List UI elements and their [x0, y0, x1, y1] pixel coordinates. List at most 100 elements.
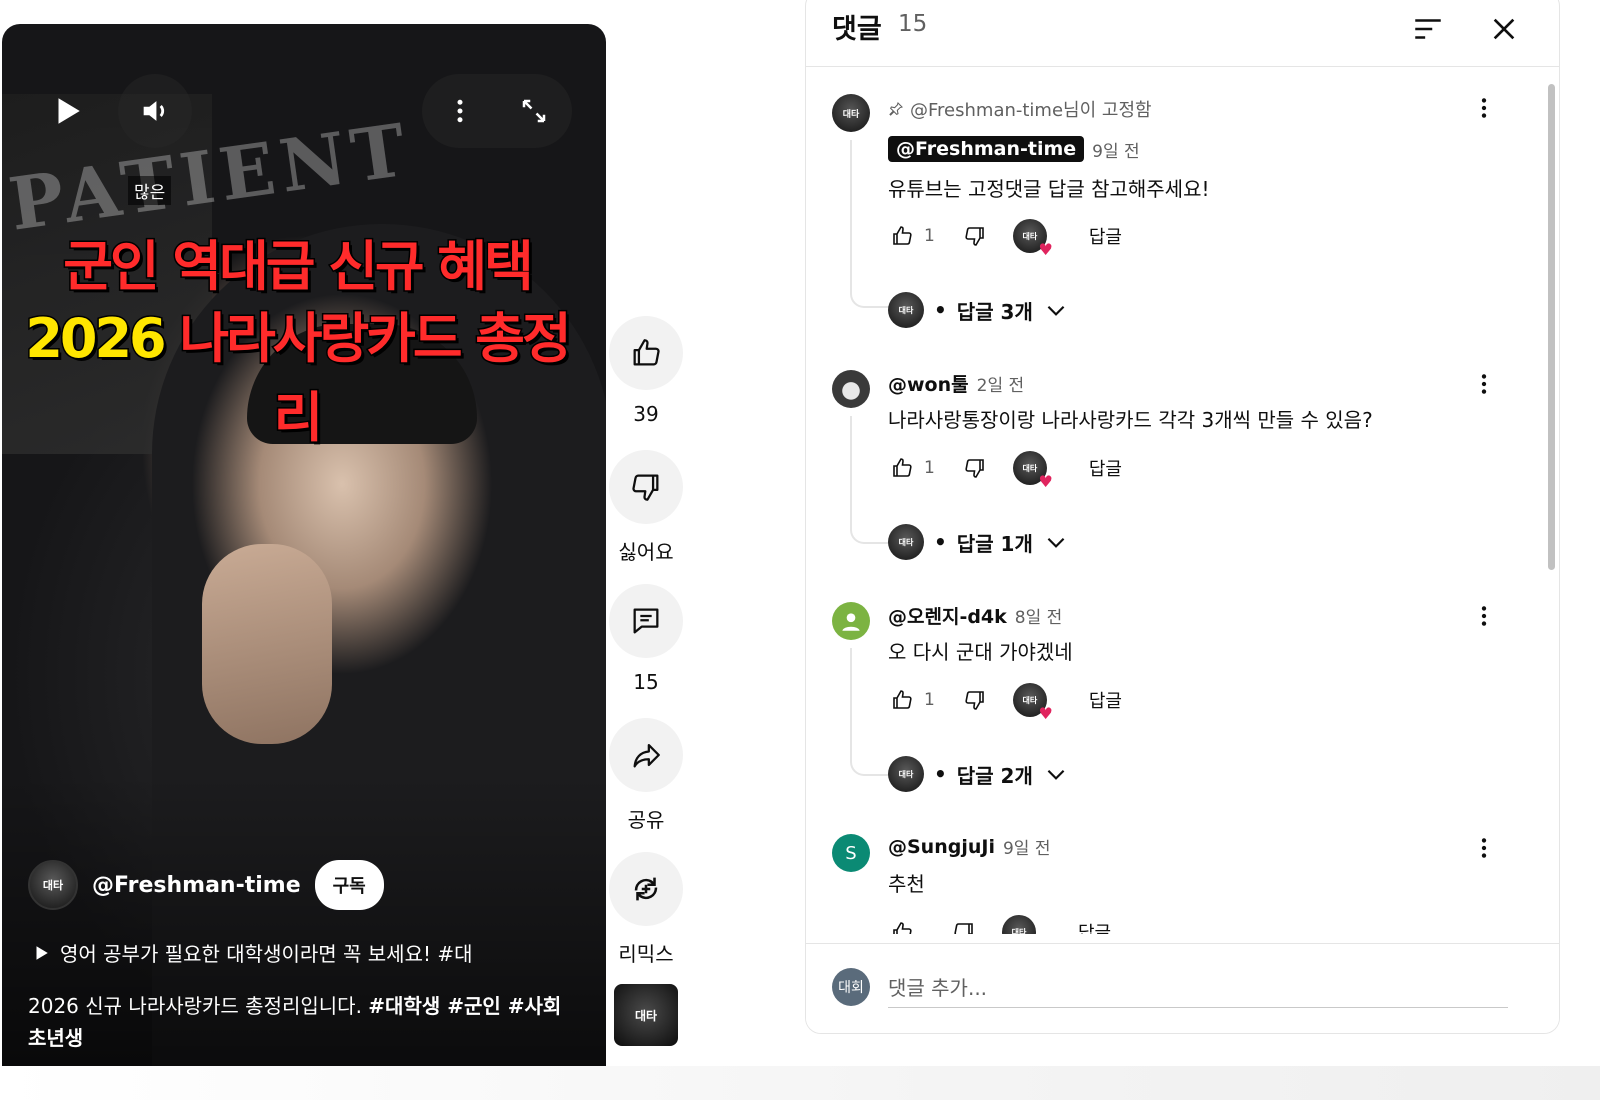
comment-time[interactable]: 2일 전	[977, 371, 1025, 396]
comments-title: 댓글	[832, 14, 882, 45]
comment-more-button[interactable]	[1468, 828, 1500, 868]
comment-avatar[interactable]	[832, 602, 870, 640]
comments-panel: 댓글 15 대타 @Freshman-time님이 고정함 @Freshman-…	[805, 0, 1560, 1034]
comment-meta: @won툴 2일 전	[888, 370, 1024, 397]
scrollbar-thumb[interactable]	[1548, 84, 1555, 570]
comment-avatar[interactable]	[832, 370, 870, 408]
chevron-down-icon	[1047, 769, 1065, 780]
replies-toggle[interactable]: 대타 • 답글 2개	[888, 756, 1069, 792]
expand-icon	[522, 99, 546, 123]
channel-avatar[interactable]: 대타	[28, 860, 78, 910]
volume-icon	[143, 101, 165, 121]
video-description[interactable]: 2026 신규 나라사랑카드 총정리입니다. #대학생 #군인 #사회초년생	[28, 990, 568, 1054]
thread-line	[850, 648, 890, 776]
heart-icon: ♥	[1038, 704, 1053, 723]
comment-avatar[interactable]: 대타	[832, 94, 870, 132]
replies-toggle[interactable]: 대타 • 답글 3개	[888, 292, 1069, 328]
comments-list[interactable]: 대타 @Freshman-time님이 고정함 @Freshman-time 9…	[806, 78, 1546, 934]
comment-more-button[interactable]	[1468, 596, 1500, 636]
more-vert-icon	[1481, 606, 1487, 626]
like-button[interactable]	[609, 316, 683, 390]
comment-actions: 1 대타 ♥ 답글	[888, 216, 1122, 259]
more-vert-icon	[457, 99, 463, 123]
reply-avatar: 대타	[888, 524, 924, 560]
comment-text: 오 다시 군대 가야겠네	[888, 640, 1073, 664]
sort-icon	[1415, 19, 1441, 39]
more-vert-icon	[1481, 838, 1487, 858]
comment-time[interactable]: 8일 전	[1015, 603, 1063, 628]
subscribe-button[interactable]: 구독	[314, 860, 384, 910]
replies-toggle[interactable]: 대타 • 답글 1개	[888, 524, 1069, 560]
video-caption-tag: 많은	[128, 176, 172, 205]
comment-dislike-button[interactable]	[961, 454, 989, 482]
comment-like-button[interactable]	[888, 686, 916, 714]
chevron-down-icon	[1047, 537, 1065, 548]
comment-count: 15	[633, 670, 659, 694]
playlist-link[interactable]: 영어 공부가 필요한 대학생이라면 꼭 보세요! #대	[32, 938, 473, 967]
shorts-video-player[interactable]: PATIENT 많은 군인 역대급 신규 혜택 2026 나라사랑카드 총정리 …	[2, 24, 606, 1094]
heart-icon: ♥	[1038, 240, 1053, 259]
comments-scrollbar[interactable]	[1546, 78, 1556, 934]
video-title-overlay-line2: 2026 나라사랑카드 총정리	[24, 306, 573, 451]
comment-actions: 1 대타 ♥ 답글	[888, 448, 1122, 491]
comment-item: @오렌지-d4k 8일 전 오 다시 군대 가야겠네 1 대타 ♥ 답글 대타 •…	[806, 586, 1546, 818]
comment-text: 유튜브는 고정댓글 답글 참고해주세요!	[888, 177, 1210, 201]
thread-line	[850, 416, 890, 544]
more-options-button[interactable]	[423, 74, 497, 148]
reply-button[interactable]: 답글	[1078, 919, 1111, 934]
thumbs-down-icon	[965, 691, 984, 710]
comment-item: @won툴 2일 전 나라사랑통장이랑 나라사랑카드 각각 3개씩 만들 수 있…	[806, 354, 1546, 586]
play-icon	[58, 98, 80, 124]
comments-header: 댓글 15	[806, 1, 1559, 67]
dislike-button[interactable]	[609, 450, 683, 524]
page-bottom-strip	[0, 1066, 1600, 1100]
play-button[interactable]	[30, 74, 104, 148]
thumbs-down-icon	[965, 227, 984, 246]
comment-avatar[interactable]: S	[832, 834, 870, 872]
comment-dislike-button[interactable]	[950, 918, 978, 934]
remix-button[interactable]	[609, 852, 683, 926]
play-icon	[36, 945, 48, 960]
close-button[interactable]	[1480, 5, 1528, 53]
comment-time[interactable]: 9일 전	[1092, 137, 1140, 162]
add-comment-input[interactable]	[888, 968, 1508, 1008]
comments-button[interactable]	[609, 584, 683, 658]
sound-thumbnail[interactable]: 대타	[614, 984, 678, 1046]
add-comment-bar: 대회	[806, 943, 1559, 1033]
comment-like-button[interactable]	[888, 454, 916, 482]
comment-dislike-button[interactable]	[961, 222, 989, 250]
dislike-action: 싫어요	[609, 450, 683, 580]
creator-heart-badge: 대타♥	[1012, 683, 1053, 723]
comment-meta: @오렌지-d4k 8일 전	[888, 602, 1062, 629]
heart-icon: ♥	[1038, 472, 1053, 491]
comment-author[interactable]: @Freshman-time	[888, 136, 1085, 162]
comment-more-button[interactable]	[1468, 88, 1500, 128]
like-count: 39	[633, 402, 659, 426]
fullscreen-button[interactable]	[497, 74, 571, 148]
volume-button[interactable]	[118, 74, 192, 148]
thumbs-up-icon	[893, 922, 912, 934]
comment-author[interactable]: @오렌지-d4k	[888, 602, 1007, 629]
reply-button[interactable]: 답글	[1089, 455, 1122, 481]
sort-button[interactable]	[1404, 5, 1452, 53]
reply-button[interactable]: 답글	[1089, 687, 1122, 713]
comment-more-button[interactable]	[1468, 364, 1500, 404]
comment-like-button[interactable]	[888, 918, 916, 934]
comment-text: 추천	[888, 872, 925, 896]
comment-author[interactable]: @won툴	[888, 370, 969, 397]
share-button[interactable]	[609, 718, 683, 792]
thumbs-up-icon	[893, 690, 912, 709]
comment-like-button[interactable]	[888, 222, 916, 250]
channel-name[interactable]: @Freshman-time	[92, 873, 301, 898]
thumbs-down-icon	[965, 459, 984, 478]
pinned-label: @Freshman-time님이 고정함	[888, 96, 1152, 122]
close-icon	[1493, 18, 1515, 40]
dislike-label: 싫어요	[618, 540, 674, 564]
comment-time[interactable]: 9일 전	[1003, 834, 1051, 859]
comment-dislike-button[interactable]	[961, 686, 989, 714]
more-vert-icon	[1481, 98, 1487, 118]
reply-button[interactable]: 답글	[1089, 223, 1122, 249]
comment-author[interactable]: @SungjuJi	[888, 836, 995, 858]
thumbs-down-icon	[954, 923, 973, 934]
share-label: 공유	[627, 808, 665, 832]
